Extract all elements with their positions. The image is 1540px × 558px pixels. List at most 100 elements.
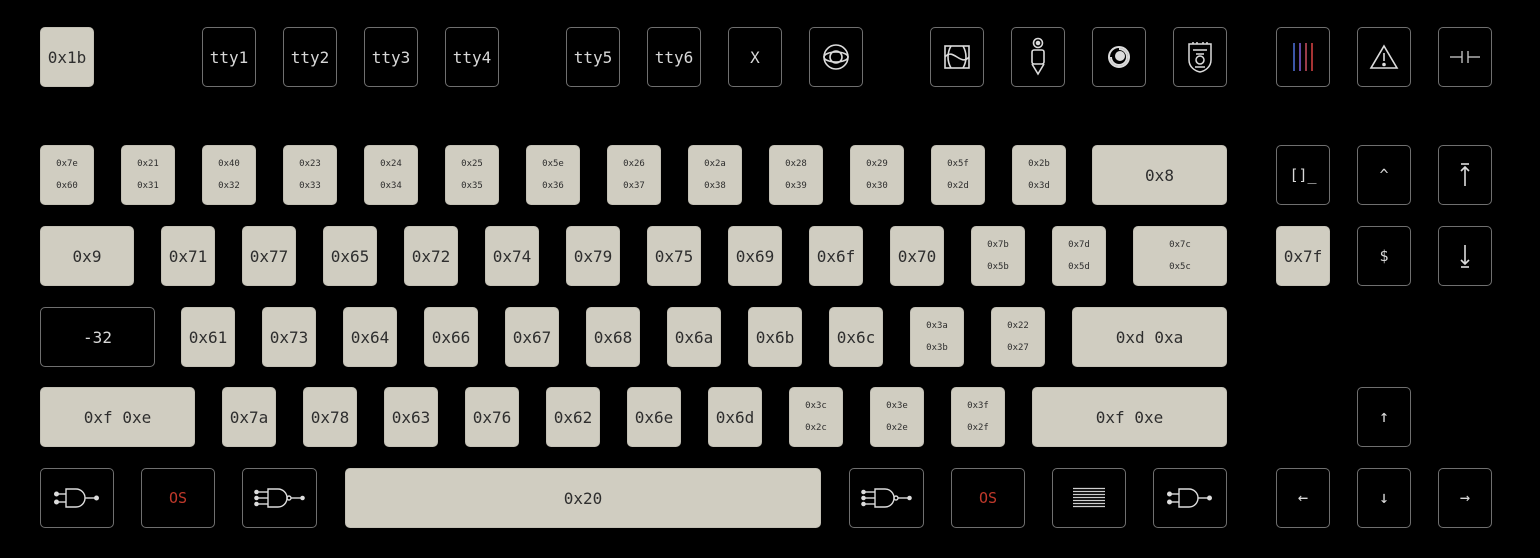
key-tty3[interactable]: tty3 xyxy=(364,27,418,87)
key-x-letter[interactable]: 0x78 xyxy=(303,387,357,447)
key-delete[interactable]: 0x7f xyxy=(1276,226,1330,286)
key-quote[interactable]: 0x22 0x27 xyxy=(991,307,1045,367)
key-arrow-right[interactable]: → xyxy=(1438,468,1492,528)
key-tty5[interactable]: tty5 xyxy=(566,27,620,87)
key-arrow-up[interactable]: ↑ xyxy=(1357,387,1411,447)
key-h[interactable]: 0x68 xyxy=(586,307,640,367)
key-right-ctrl[interactable] xyxy=(1153,468,1227,528)
key-k[interactable]: 0x6b xyxy=(748,307,802,367)
key-comma[interactable]: 0x3c 0x2c xyxy=(789,387,843,447)
key-f[interactable]: 0x66 xyxy=(424,307,478,367)
key-3[interactable]: 0x23 0x33 xyxy=(283,145,337,205)
key-arrow-left[interactable]: ← xyxy=(1276,468,1330,528)
key-end[interactable]: $ xyxy=(1357,226,1411,286)
key-page-down[interactable] xyxy=(1438,226,1492,286)
key-1[interactable]: 0x21 0x31 xyxy=(121,145,175,205)
key-b[interactable]: 0x62 xyxy=(546,387,600,447)
key-f12[interactable] xyxy=(1092,27,1146,87)
key-r[interactable]: 0x72 xyxy=(404,226,458,286)
key-right-alt[interactable] xyxy=(849,468,924,528)
key-tty6[interactable]: tty6 xyxy=(647,27,701,87)
key-0[interactable]: 0x29 0x30 xyxy=(850,145,904,205)
key-t[interactable]: 0x74 xyxy=(485,226,539,286)
key-left-shift[interactable]: 0xf 0xe xyxy=(40,387,195,447)
key-bottom-label: 0x2e xyxy=(886,423,908,433)
key-j[interactable]: 0x6a xyxy=(667,307,721,367)
key-q[interactable]: 0x71 xyxy=(161,226,215,286)
key-c[interactable]: 0x63 xyxy=(384,387,438,447)
key-i[interactable]: 0x69 xyxy=(728,226,782,286)
key-space[interactable]: 0x20 xyxy=(345,468,821,528)
key-a[interactable]: 0x61 xyxy=(181,307,235,367)
key-bottom-label: 0x27 xyxy=(1007,343,1029,353)
key-bottom-label: 0x3d xyxy=(1028,181,1050,191)
key-period[interactable]: 0x3e 0x2e xyxy=(870,387,924,447)
key-tty1[interactable]: tty1 xyxy=(202,27,256,87)
key-warning[interactable] xyxy=(1357,27,1411,87)
key-w[interactable]: 0x77 xyxy=(242,226,296,286)
capacitor-icon xyxy=(1450,51,1480,63)
key-enter[interactable]: 0xd 0xa xyxy=(1072,307,1227,367)
key-right-shift[interactable]: 0xf 0xe xyxy=(1032,387,1227,447)
key-os-left[interactable]: OS xyxy=(141,468,215,528)
key-page-up[interactable] xyxy=(1438,145,1492,205)
key-left-alt[interactable] xyxy=(242,468,317,528)
key-print[interactable] xyxy=(1276,27,1330,87)
key-5[interactable]: 0x25 0x35 xyxy=(445,145,499,205)
key-y[interactable]: 0x79 xyxy=(566,226,620,286)
key-2[interactable]: 0x40 0x32 xyxy=(202,145,256,205)
key-tty2[interactable]: tty2 xyxy=(283,27,337,87)
key-left-bracket[interactable]: 0x7b 0x5b xyxy=(971,226,1025,286)
key-caps-lock[interactable]: -32 xyxy=(40,307,155,367)
key-z[interactable]: 0x7a xyxy=(222,387,276,447)
key-pause[interactable] xyxy=(1438,27,1492,87)
key-x[interactable]: X xyxy=(728,27,782,87)
key-9[interactable]: 0x28 0x39 xyxy=(769,145,823,205)
key-f9[interactable] xyxy=(809,27,863,87)
key-backtick[interactable]: 0x7e 0x60 xyxy=(40,145,94,205)
key-left-ctrl[interactable] xyxy=(40,468,114,528)
key-right-bracket[interactable]: 0x7d 0x5d xyxy=(1052,226,1106,286)
key-tab[interactable]: 0x9 xyxy=(40,226,134,286)
key-top-label: 0x7b xyxy=(987,240,1009,250)
key-bottom-label: 0x38 xyxy=(704,181,726,191)
key-equals[interactable]: 0x2b 0x3d xyxy=(1012,145,1066,205)
key-f11[interactable] xyxy=(1011,27,1065,87)
scroll-knob-icon xyxy=(1031,37,1045,76)
key-slash[interactable]: 0x3f 0x2f xyxy=(951,387,1005,447)
key-p[interactable]: 0x70 xyxy=(890,226,944,286)
key-minus[interactable]: 0x5f 0x2d xyxy=(931,145,985,205)
key-semicolon[interactable]: 0x3a 0x3b xyxy=(910,307,964,367)
key-menu[interactable] xyxy=(1052,468,1126,528)
key-u[interactable]: 0x75 xyxy=(647,226,701,286)
key-bottom-label: 0x34 xyxy=(380,181,402,191)
key-backslash[interactable]: 0x7c 0x5c xyxy=(1133,226,1227,286)
key-os-right[interactable]: OS xyxy=(951,468,1025,528)
key-n[interactable]: 0x6e xyxy=(627,387,681,447)
key-e[interactable]: 0x65 xyxy=(323,226,377,286)
key-4[interactable]: 0x24 0x34 xyxy=(364,145,418,205)
key-m[interactable]: 0x6d xyxy=(708,387,762,447)
key-bottom-label: 0x5c xyxy=(1169,262,1191,272)
key-7[interactable]: 0x26 0x37 xyxy=(607,145,661,205)
key-g[interactable]: 0x67 xyxy=(505,307,559,367)
key-o[interactable]: 0x6f xyxy=(809,226,863,286)
key-arrow-down[interactable]: ↓ xyxy=(1357,468,1411,528)
key-d[interactable]: 0x64 xyxy=(343,307,397,367)
key-v[interactable]: 0x76 xyxy=(465,387,519,447)
key-backspace[interactable]: 0x8 xyxy=(1092,145,1227,205)
warning-triangle-icon xyxy=(1369,44,1399,69)
key-f13[interactable] xyxy=(1173,27,1227,87)
key-top-label: 0x5e xyxy=(542,159,564,169)
key-l[interactable]: 0x6c xyxy=(829,307,883,367)
key-tty4[interactable]: tty4 xyxy=(445,27,499,87)
key-bottom-label: 0x5d xyxy=(1068,262,1090,272)
key-8[interactable]: 0x2a 0x38 xyxy=(688,145,742,205)
key-s[interactable]: 0x73 xyxy=(262,307,316,367)
key-escape[interactable]: 0x1b xyxy=(40,27,94,87)
key-f10[interactable] xyxy=(930,27,984,87)
key-6[interactable]: 0x5e 0x36 xyxy=(526,145,580,205)
key-home[interactable]: ^ xyxy=(1357,145,1411,205)
key-insert[interactable]: []_ xyxy=(1276,145,1330,205)
key-top-label: 0x3e xyxy=(886,401,908,411)
